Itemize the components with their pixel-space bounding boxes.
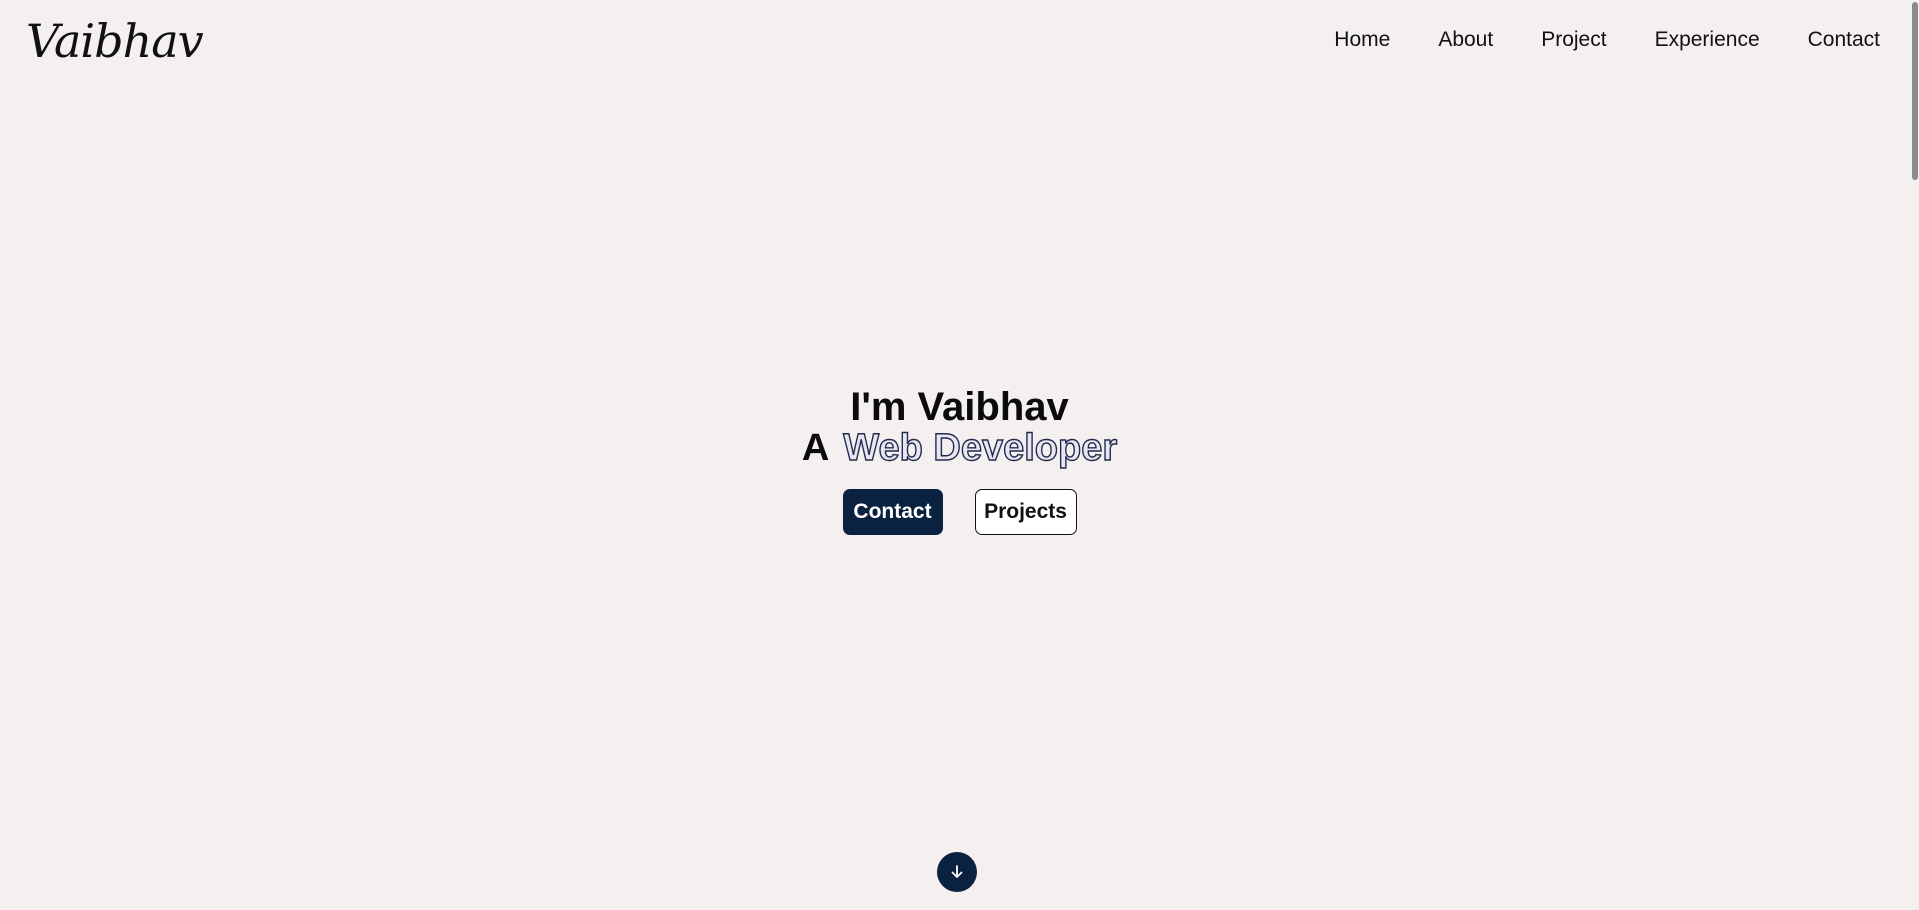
contact-button[interactable]: Contact xyxy=(842,489,943,535)
hero-title: I'm Vaibhav xyxy=(850,385,1069,429)
scrollbar-thumb[interactable] xyxy=(1912,2,1918,180)
nav-link-home[interactable]: Home xyxy=(1334,25,1390,55)
hero-subtitle: A Web Developer xyxy=(0,425,1919,471)
page-scrollbar[interactable] xyxy=(1910,0,1919,910)
navbar: Vaibhav Home About Project Experience Co… xyxy=(0,0,1919,80)
arrow-down-icon xyxy=(951,865,963,878)
nav-link-experience[interactable]: Experience xyxy=(1655,25,1760,55)
hero-role-text: Web Developer xyxy=(843,426,1118,469)
site-logo[interactable]: Vaibhav xyxy=(26,6,204,76)
hero-section: I'm Vaibhav A Web Developer Contact Proje… xyxy=(0,385,1919,535)
scroll-down-button[interactable] xyxy=(937,852,977,892)
hero-subtitle-prefix: A xyxy=(801,427,830,469)
nav-link-about[interactable]: About xyxy=(1438,25,1493,55)
nav-link-contact[interactable]: Contact xyxy=(1808,25,1880,55)
hero-buttons: Contact Projects xyxy=(0,489,1919,535)
projects-button[interactable]: Projects xyxy=(974,489,1077,535)
nav-link-project[interactable]: Project xyxy=(1541,25,1606,55)
nav-menu: Home About Project Experience Contact xyxy=(1334,25,1880,55)
